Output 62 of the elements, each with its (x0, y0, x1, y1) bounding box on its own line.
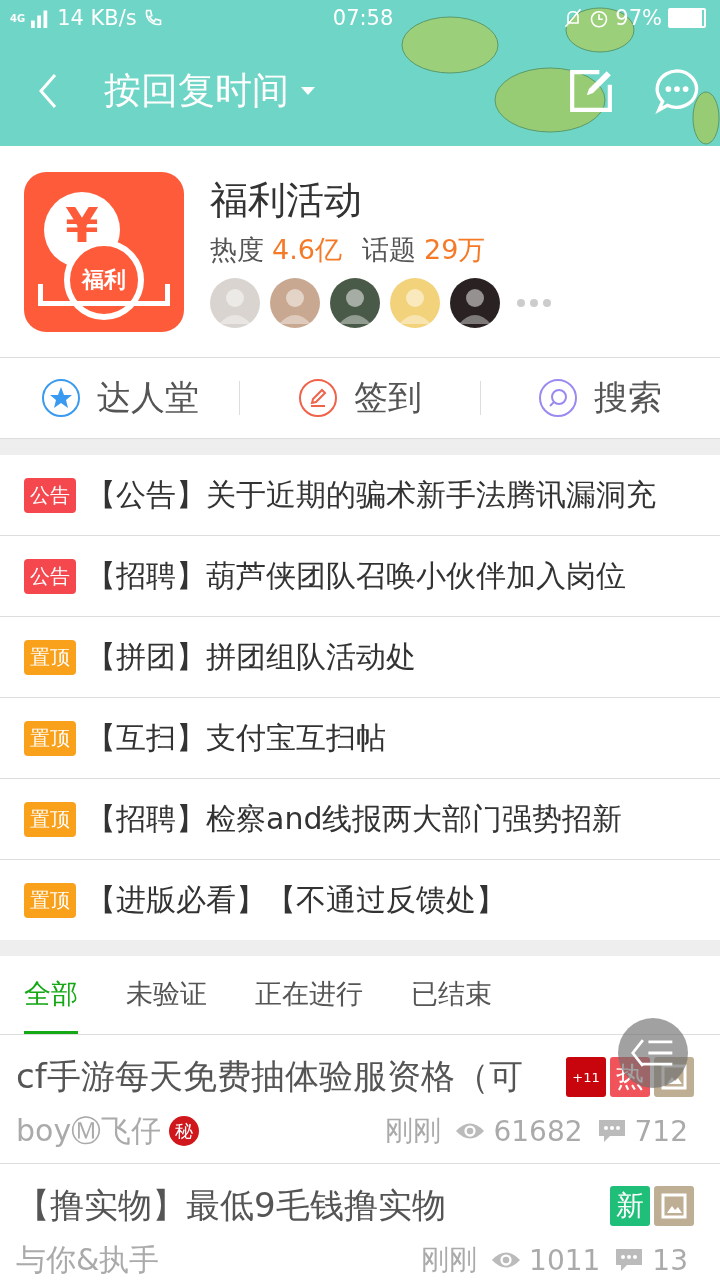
action-button[interactable]: 签到 (240, 358, 480, 438)
notice-row[interactable]: 置顶 【拼团】拼团组队活动处 (0, 617, 720, 698)
filter-tab[interactable]: 已结束 (411, 956, 492, 1034)
stat-label: 热度 (210, 233, 264, 267)
comment-icon (614, 1248, 645, 1272)
notice-title: 【拼团】拼团组队活动处 (86, 637, 416, 676)
author-badge: 秘 (169, 1116, 200, 1146)
post-time: 刚刚 (421, 1242, 478, 1278)
chat-icon[interactable] (654, 68, 700, 114)
action-button[interactable]: 达人堂 (0, 358, 240, 438)
notice-row[interactable]: 公告 【公告】关于近期的骗术新手法腾讯漏洞充 (0, 455, 720, 536)
post-time: 刚刚 (385, 1113, 442, 1149)
notice-tag: 置顶 (24, 720, 76, 756)
network-type: 4G (10, 12, 26, 24)
notice-title: 【招聘】检察and线报两大部门强势招新 (86, 799, 623, 838)
stat-label: 话题 (361, 233, 416, 267)
count-badge: +11 (566, 1057, 606, 1097)
post-title: 【撸实物】最低9毛钱撸实物 (16, 1184, 446, 1227)
notice-row[interactable]: 置顶 【进版必看】【不通过反馈处】 (0, 860, 720, 940)
network-speed: 14 KB/s (57, 6, 137, 30)
notice-title: 【招聘】葫芦侠团队召唤小伙伴加入岗位 (86, 556, 626, 595)
notice-row[interactable]: 置顶 【招聘】检察and线报两大部门强势招新 (0, 779, 720, 860)
image-icon (654, 1057, 694, 1097)
logo-label: 福利 (82, 265, 126, 294)
search-icon (538, 378, 579, 418)
caret-icon (301, 87, 315, 95)
author-name: boyⓂ飞仔 (16, 1111, 162, 1150)
view-count: 61682 (493, 1114, 583, 1148)
filter-tab[interactable]: 正在进行 (255, 956, 363, 1034)
notice-tag: 置顶 (24, 639, 76, 675)
notice-tag: 置顶 (24, 882, 76, 918)
post-title: cf手游每天免费抽体验服资格（可 (16, 1055, 523, 1098)
notice-title: 【进版必看】【不通过反馈处】 (86, 880, 506, 919)
notice-title: 【公告】关于近期的骗术新手法腾讯漏洞充 (86, 475, 656, 514)
notice-tag: 公告 (24, 558, 76, 594)
edit-icon[interactable] (568, 68, 614, 114)
bell-off-icon (563, 8, 584, 28)
stat-value: 4.6亿 (272, 233, 342, 267)
reply-count: 13 (652, 1243, 688, 1277)
post-row[interactable]: 【撸实物】最低9毛钱撸实物 新 与你&执手 刚刚 1011 13 (0, 1164, 720, 1280)
pencil-icon (298, 378, 338, 418)
more-icon[interactable] (516, 298, 552, 308)
back-icon[interactable] (38, 73, 58, 109)
notice-tag: 公告 (24, 477, 76, 513)
image-icon (654, 1186, 694, 1226)
action-button[interactable]: 搜索 (480, 358, 720, 438)
logo-symbol: ¥ (65, 195, 99, 255)
notice-row[interactable]: 置顶 【互扫】支付宝互扫帖 (0, 698, 720, 779)
notice-row[interactable]: 公告 【招聘】葫芦侠团队召唤小伙伴加入岗位 (0, 536, 720, 617)
battery-icon (668, 8, 706, 28)
notice-tag: 置顶 (24, 801, 76, 837)
author-name: 与你&执手 (16, 1240, 160, 1279)
clock: 07:58 (332, 6, 394, 30)
notice-title: 【互扫】支付宝互扫帖 (86, 718, 386, 757)
alarm-icon (589, 8, 610, 28)
new-badge: 新 (610, 1186, 650, 1226)
view-count: 1011 (529, 1243, 601, 1277)
filter-tab[interactable]: 未验证 (126, 956, 207, 1034)
stat-value: 29万 (423, 233, 486, 267)
reply-count: 712 (634, 1114, 688, 1148)
forum-name: 福利活动 (210, 177, 363, 224)
comment-icon (596, 1119, 627, 1143)
